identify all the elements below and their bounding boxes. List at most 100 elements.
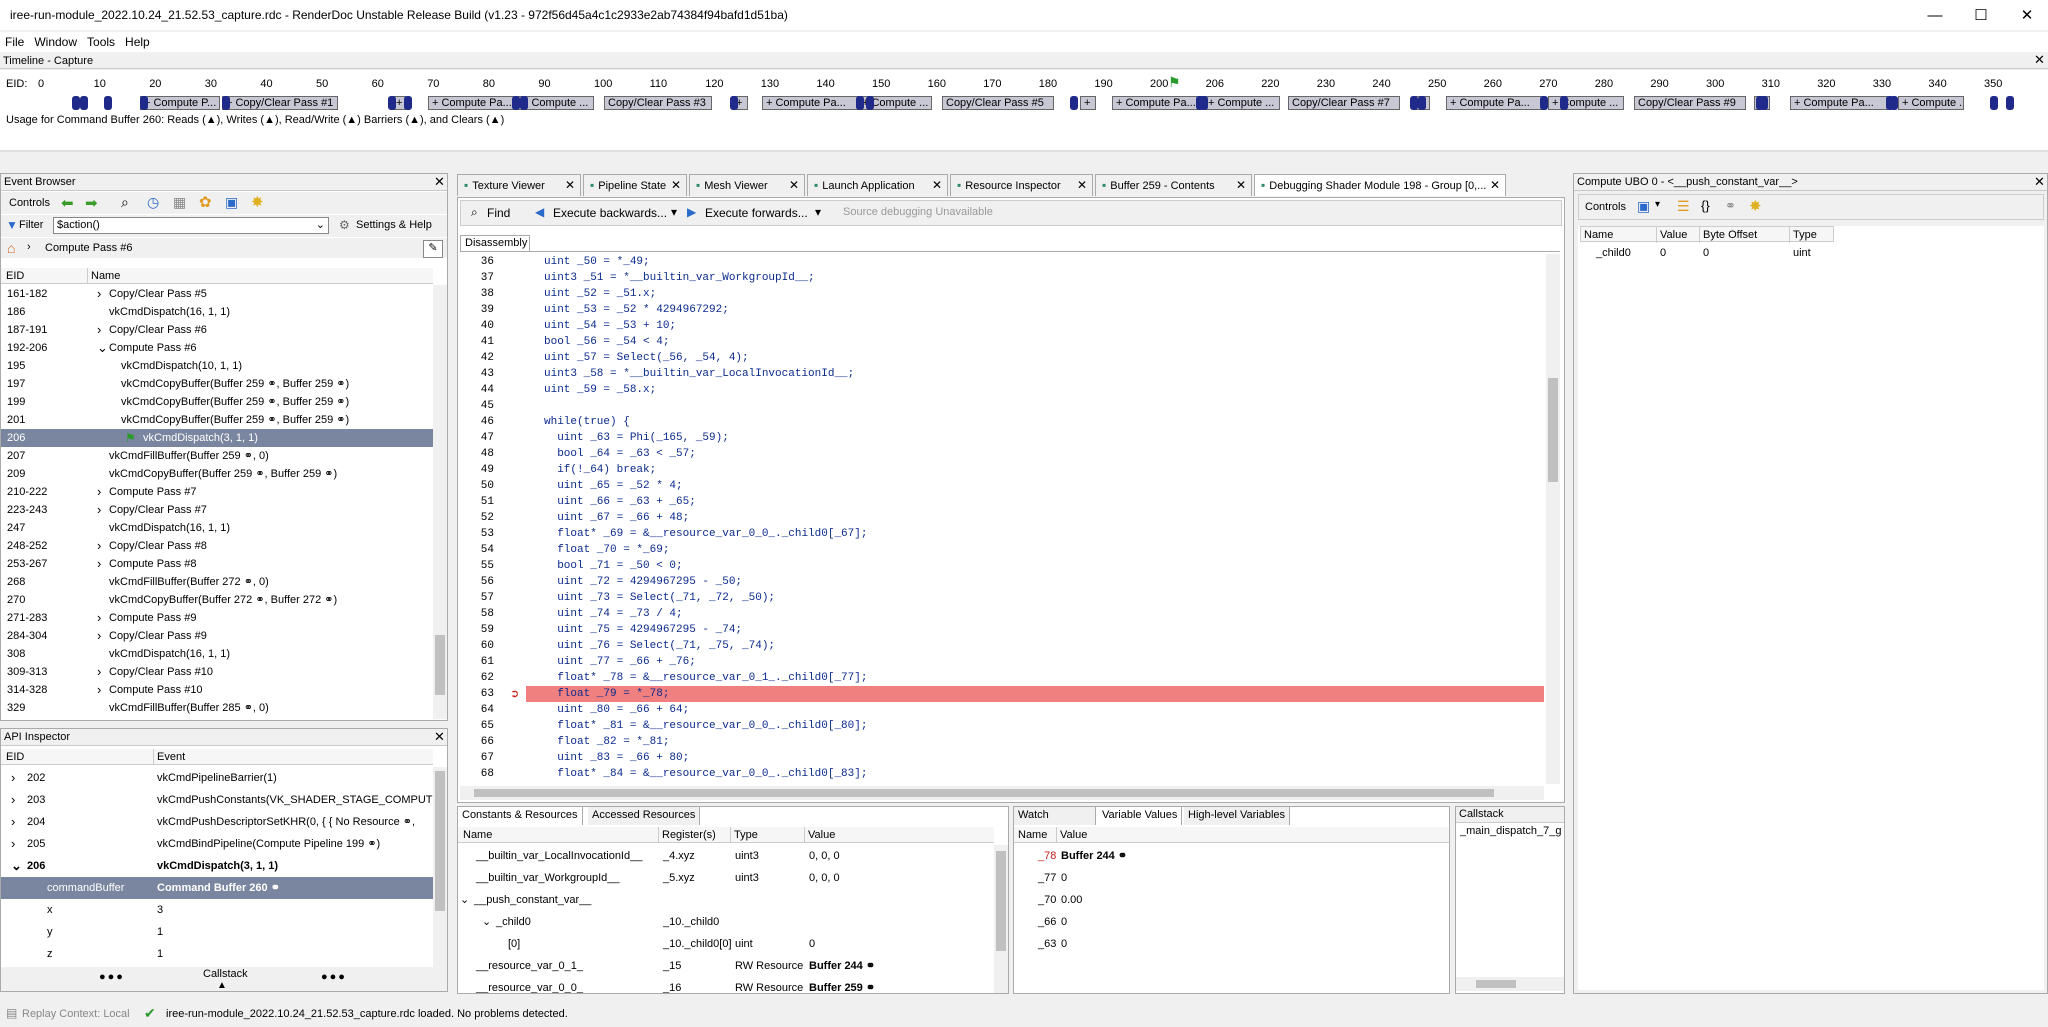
chevron-down-icon[interactable]: ⌄ bbox=[316, 218, 325, 231]
timeline-marker[interactable] bbox=[1070, 96, 1078, 110]
event-row[interactable]: 195 vkCmdDispatch(10, 1, 1) bbox=[1, 357, 433, 375]
resource-row[interactable]: __resource_var_0_0_ _16 RW Resource Buffer … bbox=[458, 977, 994, 993]
braces-icon[interactable]: {} bbox=[1701, 198, 1710, 213]
event-row[interactable]: 199 vkCmdCopyBuffer(Buffer 259 ⚭, Buffer … bbox=[1, 393, 433, 411]
type-column-header[interactable]: Type bbox=[730, 827, 758, 843]
code-line[interactable]: 62 float* _78 = &__resource_var_0_1_._ch… bbox=[460, 670, 1544, 686]
name-column-header[interactable]: Name bbox=[463, 827, 492, 843]
event-row[interactable]: 192-206 ⌄ Compute Pass #6 bbox=[1, 339, 433, 357]
tab-2[interactable]: ▪ Pipeline State ✕ bbox=[583, 174, 687, 196]
timeline-segment[interactable]: Copy/Clear Pass #5 bbox=[942, 96, 1054, 110]
tab-variable-values[interactable]: Variable Values bbox=[1098, 807, 1183, 825]
code-line[interactable]: 54 float _70 = *_69; bbox=[460, 542, 1544, 558]
chevron-right-icon[interactable]: › bbox=[11, 811, 15, 833]
tab-constants-resources[interactable]: Constants & Resources bbox=[458, 807, 583, 825]
event-row[interactable]: 253-267 › Compute Pass #8 bbox=[1, 555, 433, 573]
timeline-marker[interactable] bbox=[404, 96, 412, 110]
event-row[interactable]: 187-191 › Copy/Clear Pass #6 bbox=[1, 321, 433, 339]
value-column-header[interactable]: Value bbox=[804, 827, 835, 843]
timeline-segment[interactable]: Copy/Clear Pass #3 bbox=[604, 96, 712, 110]
timeline-marker[interactable] bbox=[80, 96, 88, 110]
timeline-marker[interactable] bbox=[2006, 96, 2014, 110]
resource-row[interactable]: ⌄ __push_constant_var__ bbox=[458, 889, 994, 911]
code-line[interactable]: 66 float _82 = *_81; bbox=[460, 734, 1544, 750]
event-row[interactable]: 271-283 › Compute Pass #9 bbox=[1, 609, 433, 627]
api-row[interactable]: y1 bbox=[1, 921, 433, 943]
chevron-down-icon[interactable]: ⌄ bbox=[11, 855, 22, 877]
tab-4[interactable]: ▪ Launch Application ✕ bbox=[807, 174, 948, 196]
resource-row[interactable]: __builtin_var_LocalInvocationId__ _4.xyz u… bbox=[458, 845, 994, 867]
menu-help[interactable]: Help bbox=[120, 32, 155, 52]
event-row[interactable]: 201 vkCmdCopyBuffer(Buffer 259 ⚭, Buffer … bbox=[1, 411, 433, 429]
timeline-marker[interactable] bbox=[1418, 96, 1426, 110]
tab-high-level-variables[interactable]: High-level Variables bbox=[1184, 807, 1291, 825]
timeline-marker[interactable] bbox=[730, 96, 738, 110]
event-row[interactable]: 314-328 › Compute Pass #10 bbox=[1, 681, 433, 699]
name-column-header[interactable]: Name bbox=[1018, 827, 1047, 843]
event-row[interactable]: 161-182 › Copy/Clear Pass #5 bbox=[1, 285, 433, 303]
callstack-toggle[interactable]: Callstack bbox=[203, 968, 248, 980]
chevron-right-icon[interactable]: › bbox=[11, 833, 15, 855]
code-line[interactable]: 51 uint _66 = _63 + _65; bbox=[460, 494, 1544, 510]
callstack-hscrollbar[interactable] bbox=[1456, 977, 1564, 991]
code-line[interactable]: 41 bool _56 = _54 < 4; bbox=[460, 334, 1544, 350]
timeline-marker[interactable] bbox=[72, 96, 80, 110]
gear-icon[interactable]: ⚙ bbox=[339, 218, 350, 232]
event-row[interactable]: 248-252 › Copy/Clear Pass #8 bbox=[1, 537, 433, 555]
close-icon[interactable]: ✕ bbox=[2034, 53, 2045, 66]
filter-input[interactable]: $action() ⌄ bbox=[53, 217, 329, 234]
chevron-right-icon[interactable]: › bbox=[11, 767, 15, 789]
timeline-segment[interactable]: + Compute ... bbox=[1898, 96, 1964, 110]
event-row[interactable]: 247 vkCmdDispatch(16, 1, 1) bbox=[1, 519, 433, 537]
arrow-right-icon[interactable]: ➡ bbox=[85, 194, 98, 212]
close-icon[interactable]: ✕ bbox=[1236, 178, 1246, 192]
chevron-right-icon[interactable]: › bbox=[97, 663, 101, 681]
bookmark-icon[interactable]: ▦ bbox=[173, 194, 186, 211]
resource-row[interactable]: [0] _10._child0[0] uint 0 bbox=[458, 933, 994, 955]
code-line[interactable]: 53 float* _69 = &__resource_var_0_0_._ch… bbox=[460, 526, 1544, 542]
resource-row[interactable]: __builtin_var_WorkgroupId__ _5.xyz uint3 0,… bbox=[458, 867, 994, 889]
chevron-right-icon[interactable]: › bbox=[97, 483, 101, 501]
event-row[interactable]: 268 vkCmdFillBuffer(Buffer 272 ⚭, 0) bbox=[1, 573, 433, 591]
chevron-right-icon[interactable]: › bbox=[97, 627, 101, 645]
timeline-scrollbar[interactable] bbox=[0, 150, 2048, 152]
registers-column-header[interactable]: Register(s) bbox=[658, 827, 716, 843]
event-row[interactable]: 209 vkCmdCopyBuffer(Buffer 259 ⚭, Buffer … bbox=[1, 465, 433, 483]
timeline-segment[interactable]: + Compute P... bbox=[140, 96, 220, 110]
breadcrumb-item[interactable]: Compute Pass #6 bbox=[45, 242, 132, 254]
timeline-segment[interactable]: + Compute ... bbox=[518, 96, 594, 110]
timeline-marker[interactable] bbox=[1200, 96, 1208, 110]
event-row[interactable]: 284-304 › Copy/Clear Pass #9 bbox=[1, 627, 433, 645]
api-scrollbar[interactable] bbox=[433, 767, 447, 967]
tab-7[interactable]: ▪ Debugging Shader Module 198 - Group [0,… bbox=[1254, 174, 1506, 196]
timeline-marker[interactable] bbox=[1540, 96, 1548, 110]
code-line[interactable]: 40 uint _54 = _53 + 10; bbox=[460, 318, 1544, 334]
code-line[interactable]: 39 uint _53 = _52 * 4294967292; bbox=[460, 302, 1544, 318]
watch-row[interactable]: _78 Buffer 244 ⚭ bbox=[1014, 845, 1449, 867]
api-row[interactable]: › 204 vkCmdPushDescriptorSetKHR(0, { { No … bbox=[1, 811, 433, 833]
execute-forwards-button[interactable]: Execute forwards... bbox=[705, 206, 808, 220]
event-row[interactable]: 206 ⚑ vkCmdDispatch(3, 1, 1) bbox=[1, 429, 433, 447]
menu-window[interactable]: Window bbox=[29, 32, 82, 52]
code-line[interactable]: 57 uint _73 = Select(_71, _72, _50); bbox=[460, 590, 1544, 606]
star-icon[interactable]: ✸ bbox=[251, 193, 264, 211]
code-vscrollbar[interactable] bbox=[1546, 254, 1560, 784]
code-line[interactable]: 58 uint _74 = _73 / 4; bbox=[460, 606, 1544, 622]
watch-row[interactable]: _77 0 bbox=[1014, 867, 1449, 889]
tab-1[interactable]: ▪ Texture Viewer ✕ bbox=[457, 174, 581, 196]
save-icon[interactable]: ▣ bbox=[225, 194, 238, 211]
close-icon[interactable]: ✕ bbox=[2034, 175, 2045, 188]
clock-icon[interactable]: ◷ bbox=[147, 194, 159, 211]
watch-row[interactable]: _70 0.00 bbox=[1014, 889, 1449, 911]
arrow-left-icon[interactable]: ⬅ bbox=[61, 194, 74, 212]
timeline-marker[interactable] bbox=[388, 96, 396, 110]
chevron-down-icon[interactable]: ▾ bbox=[1655, 199, 1660, 210]
timeline-segment[interactable]: Copy/Clear Pass #9 bbox=[1634, 96, 1746, 110]
chevron-right-icon[interactable]: › bbox=[11, 789, 15, 811]
code-line[interactable]: 43 uint3 _58 = *__builtin_var_LocalInvoca… bbox=[460, 366, 1544, 382]
timeline-marker[interactable] bbox=[104, 96, 112, 110]
menu-tools[interactable]: Tools bbox=[82, 32, 120, 52]
event-row[interactable]: 309-313 › Copy/Clear Pass #10 bbox=[1, 663, 433, 681]
code-line[interactable]: 52 uint _67 = _66 + 48; bbox=[460, 510, 1544, 526]
close-icon[interactable]: ✕ bbox=[1077, 178, 1087, 192]
